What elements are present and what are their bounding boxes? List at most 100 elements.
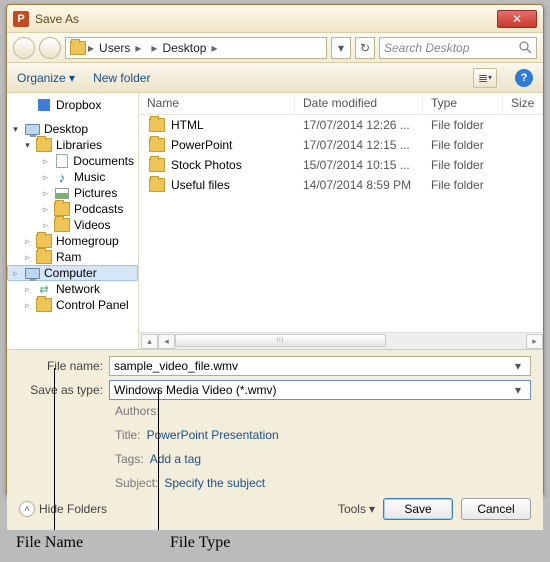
folder-icon [54,202,70,216]
file-name: Useful files [171,178,230,192]
folder-icon [70,41,86,55]
folder-icon [149,158,165,172]
tree-item[interactable]: Dropbox [7,97,138,113]
file-type: File folder [423,158,503,172]
annotation-file-type: File Type [170,534,230,552]
close-button[interactable]: ✕ [497,10,537,28]
chevron-right-icon: ▸ [135,41,141,55]
subject-label: Subject: [115,476,158,490]
folder-icon [36,298,52,312]
tree-item[interactable]: ▾Libraries [7,137,138,153]
save-as-type-label: Save as type: [19,383,109,397]
expand-icon[interactable]: ▾ [23,140,32,151]
expand-icon[interactable]: ▹ [23,300,32,311]
table-row[interactable]: Useful files14/07/2014 8:59 PMFile folde… [139,175,543,195]
tree-item-label: Pictures [74,186,117,200]
tree-item[interactable]: ▹Computer [7,265,138,281]
organize-menu[interactable]: Organize ▾ [17,71,75,85]
tree-item[interactable]: ▹Documents [7,153,138,169]
column-headers[interactable]: Name Date modified Type Size [139,93,543,115]
file-name-label: File name: [19,359,109,373]
horizontal-scrollbar[interactable]: ▴ ◂ ▸ [139,332,543,349]
save-button[interactable]: Save [383,498,453,520]
tree-item-label: Music [74,170,105,184]
tree-item[interactable]: ▹ Podcasts [7,201,138,217]
tree-item[interactable]: ▹Ram [7,249,138,265]
folder-icon [149,178,165,192]
chevron-down-icon[interactable]: ▾ [510,359,526,373]
save-as-type-value: Windows Media Video (*.wmv) [114,383,510,397]
folder-icon [149,138,165,152]
tools-menu[interactable]: Tools▾ [338,502,375,516]
column-size[interactable]: Size [503,93,543,114]
tree-item-label: Videos [74,218,110,232]
view-options-button[interactable]: ≣▾ [473,68,497,88]
help-button[interactable]: ? [515,69,533,87]
tree-item[interactable]: ▹Control Panel [7,297,138,313]
scroll-right-button[interactable]: ▸ [526,334,543,349]
expand-icon[interactable]: ▹ [41,172,50,183]
back-button[interactable] [13,37,35,59]
file-date: 17/07/2014 12:15 ... [295,138,423,152]
scroll-track[interactable] [175,334,526,349]
column-type[interactable]: Type [423,93,503,114]
doc-icon [54,154,70,168]
table-row[interactable]: PowerPoint17/07/2014 12:15 ...File folde… [139,135,543,155]
expand-icon[interactable]: ▹ [41,204,50,215]
tree-item-label: Network [56,282,100,296]
refresh-button[interactable]: ↻ [355,37,375,59]
file-name: Stock Photos [171,158,242,172]
column-name[interactable]: Name [139,93,295,114]
scroll-left-button[interactable]: ◂ [158,334,175,349]
file-type: File folder [423,138,503,152]
save-as-type-dropdown[interactable]: Windows Media Video (*.wmv) ▾ [109,380,531,400]
tree-item[interactable]: ▹ ♪ Music [7,169,138,185]
tree-item[interactable]: ▹ ⇄ Network [7,281,138,297]
expand-icon[interactable]: ▾ [11,124,20,135]
annotation-line [158,390,159,530]
blue-cube-icon [36,98,52,112]
table-row[interactable]: Stock Photos15/07/2014 10:15 ...File fol… [139,155,543,175]
file-date: 17/07/2014 12:26 ... [295,118,423,132]
table-row[interactable]: HTML17/07/2014 12:26 ...File folder [139,115,543,135]
monitor-icon [24,122,40,136]
forward-button[interactable] [39,37,61,59]
folder-icon [36,234,52,248]
cancel-button[interactable]: Cancel [461,498,531,520]
file-name: HTML [171,118,204,132]
title-value[interactable]: PowerPoint Presentation [147,428,279,442]
chevron-down-icon[interactable]: ▾ [510,383,526,397]
tree-item[interactable]: ▹ Pictures [7,185,138,201]
file-name-input[interactable]: sample_video_file.wmv ▾ [109,356,531,376]
tree-item-label: Desktop [44,122,88,136]
expand-icon[interactable]: ▹ [41,220,50,231]
scroll-up-button[interactable]: ▴ [141,334,158,349]
search-input[interactable]: Search Desktop [379,37,537,59]
folder-icon [36,250,52,264]
net-icon: ⇄ [36,282,52,296]
path-segment[interactable]: Desktop [159,41,209,55]
path-segment[interactable]: Users [96,41,133,55]
expand-icon[interactable]: ▹ [41,156,50,167]
tree-item-label: Podcasts [74,202,123,216]
expand-icon[interactable]: ▹ [23,236,32,247]
expand-icon[interactable]: ▹ [23,252,32,263]
tree-item[interactable]: ▹ Videos [7,217,138,233]
music-icon: ♪ [54,170,70,184]
path-dropdown-button[interactable]: ▾ [331,37,351,59]
tree-item[interactable]: ▹Homegroup [7,233,138,249]
breadcrumb[interactable]: ▸ Users ▸ ▸ Desktop ▸ [65,37,327,59]
tree-item[interactable]: ▾ Desktop [7,121,138,137]
subject-value[interactable]: Specify the subject [164,476,265,490]
title-label: Title: [115,428,141,442]
new-folder-button[interactable]: New folder [93,71,150,85]
scroll-thumb[interactable] [175,334,386,347]
expand-icon[interactable]: ▹ [11,268,20,279]
expand-icon[interactable]: ▹ [23,284,32,295]
file-name-value: sample_video_file.wmv [114,359,510,373]
column-date[interactable]: Date modified [295,93,423,114]
hide-folders-toggle[interactable]: ˄ Hide Folders [19,501,107,517]
chevron-down-icon: ▾ [369,502,375,516]
navigation-tree[interactable]: Dropbox▾Desktop▾Libraries▹Documents▹♪Mus… [7,93,139,349]
expand-icon[interactable]: ▹ [41,188,50,199]
